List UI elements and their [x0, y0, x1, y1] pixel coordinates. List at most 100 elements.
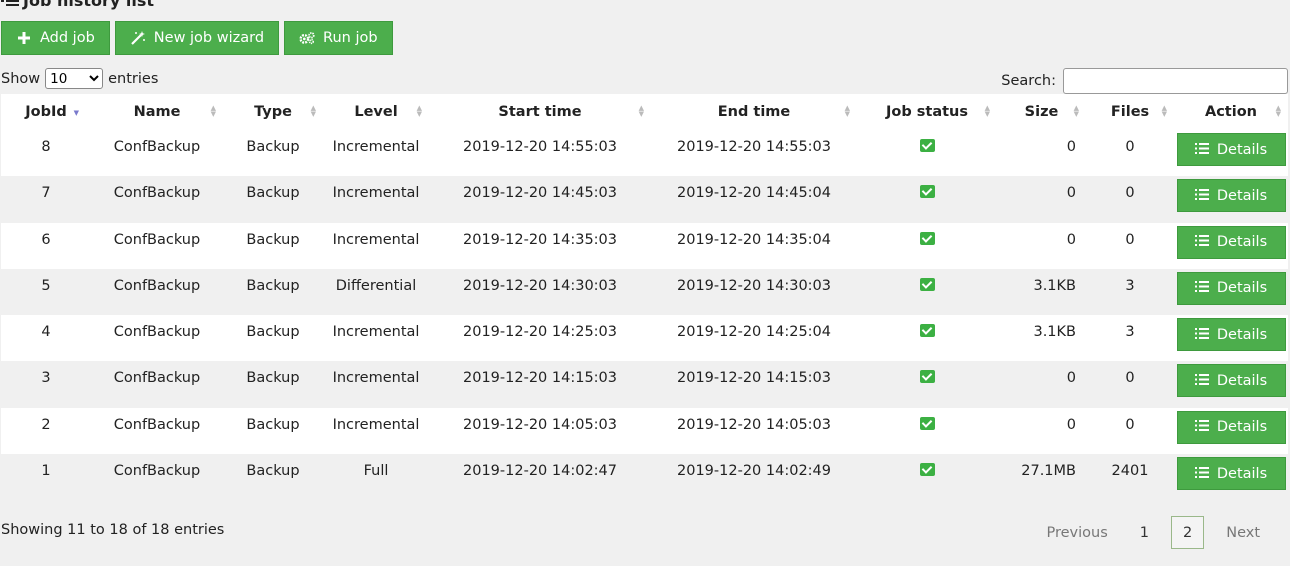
cell-start: 2019-12-20 14:25:03 — [429, 315, 651, 362]
check-icon — [919, 277, 935, 291]
cell-type: Backup — [223, 407, 323, 455]
next-page-button[interactable]: Next — [1210, 516, 1276, 549]
table-row: 3 ConfBackup Backup Incremental 2019-12-20 1… — [1, 361, 1288, 408]
search-label: Search: — [1001, 73, 1056, 89]
cell-job-status — [857, 130, 997, 177]
length-control: Show 102550100 entries — [1, 68, 158, 89]
page-length-select[interactable]: 102550100 — [45, 68, 104, 89]
cell-level: Incremental — [323, 361, 429, 408]
gears-icon — [299, 30, 315, 46]
cell-job-status — [857, 222, 997, 269]
cell-end: 2019-12-20 14:55:03 — [651, 130, 857, 177]
cell-end: 2019-12-20 14:15:03 — [651, 361, 857, 408]
cell-job-status — [857, 315, 997, 362]
show-label: Show — [1, 70, 41, 87]
cell-type: Backup — [223, 130, 323, 177]
cell-size: 27.1MB — [997, 454, 1086, 501]
cell-type: Backup — [223, 222, 323, 269]
list-icon — [1194, 373, 1209, 389]
details-button[interactable]: Details — [1176, 179, 1286, 213]
cell-start: 2019-12-20 14:35:03 — [429, 222, 651, 269]
cell-files: 3 — [1086, 268, 1174, 316]
details-button[interactable]: Details — [1176, 133, 1286, 166]
cell-size: 0 — [997, 222, 1086, 269]
plus-icon — [16, 30, 32, 46]
sort-icon: ▲ ▼ — [416, 104, 422, 118]
cell-name: ConfBackup — [91, 268, 223, 316]
add-job-button[interactable]: Add job — [1, 21, 110, 55]
details-label: Details — [1216, 141, 1268, 158]
details-button[interactable]: Details — [1176, 318, 1286, 352]
details-button[interactable]: Details — [1176, 410, 1286, 444]
cell-type: Backup — [223, 268, 323, 316]
cell-job-status — [857, 176, 997, 223]
cell-action: Details — [1174, 268, 1288, 316]
page-1-button[interactable]: 1 — [1124, 516, 1165, 549]
column-header-end-time[interactable]: End time ▲ ▼ — [651, 94, 857, 130]
cell-end: 2019-12-20 14:05:03 — [651, 407, 857, 455]
column-header-name[interactable]: Name ▲ ▼ — [91, 94, 223, 130]
details-label: Details — [1216, 187, 1268, 204]
cell-job-status — [857, 454, 997, 501]
cell-size: 0 — [997, 361, 1086, 408]
cell-name: ConfBackup — [91, 407, 223, 455]
column-header-files[interactable]: Files ▲ ▼ — [1086, 94, 1174, 130]
column-header-size[interactable]: Size ▲ ▼ — [997, 94, 1086, 130]
cell-jobid: 2 — [1, 407, 91, 455]
cell-files: 3 — [1086, 315, 1174, 362]
page-2-button[interactable]: 2 — [1170, 516, 1205, 549]
new-job-wizard-button[interactable]: New job wizard — [114, 21, 280, 55]
check-icon — [919, 231, 935, 245]
column-header-level[interactable]: Level ▲ ▼ — [323, 94, 429, 130]
cell-end: 2019-12-20 14:35:04 — [651, 222, 857, 269]
column-header-jobid[interactable]: JobId ▼ — [1, 94, 91, 130]
sort-icon: ▲ ▼ — [310, 104, 316, 118]
add-job-label: Add job — [40, 30, 95, 46]
column-header-type[interactable]: Type ▲ ▼ — [223, 94, 323, 130]
toolbar: Add job New job wizard Run job — [1, 21, 393, 55]
check-icon — [919, 370, 935, 384]
run-job-button[interactable]: Run job — [284, 21, 393, 55]
cell-files: 0 — [1086, 222, 1174, 269]
cell-end: 2019-12-20 14:25:04 — [651, 315, 857, 362]
cell-level: Incremental — [323, 176, 429, 223]
list-icon — [1194, 419, 1209, 435]
cell-action: Details — [1174, 361, 1288, 408]
column-header-start-time[interactable]: Start time ▲ ▼ — [429, 94, 651, 130]
search-control: Search: — [1001, 68, 1288, 94]
details-button[interactable]: Details — [1176, 364, 1286, 398]
search-input[interactable] — [1063, 68, 1288, 94]
column-header-label: Size — [1024, 104, 1059, 120]
cell-action: Details — [1174, 315, 1288, 362]
check-icon — [919, 463, 935, 477]
job-history-table: JobId ▼ Name ▲ ▼ Type ▲ ▼ Level ▲ ▼ Start time ▲ ▼ End… — [1, 94, 1288, 501]
cell-level: Incremental — [323, 222, 429, 269]
cell-jobid: 7 — [1, 176, 91, 223]
details-label: Details — [1216, 372, 1268, 389]
cell-size: 0 — [997, 407, 1086, 455]
cell-jobid: 6 — [1, 222, 91, 269]
sort-icon: ▲ ▼ — [210, 104, 216, 118]
cell-action: Details — [1174, 407, 1288, 455]
cell-size: 3.1KB — [997, 315, 1086, 362]
details-button[interactable]: Details — [1176, 271, 1286, 305]
cell-type: Backup — [223, 176, 323, 223]
details-label: Details — [1216, 326, 1268, 343]
column-header-action[interactable]: Action ▲ ▼ — [1174, 94, 1288, 130]
column-header-label: Name — [133, 104, 181, 120]
cell-action: Details — [1174, 222, 1288, 269]
column-header-label: Action — [1204, 104, 1257, 120]
cell-size: 3.1KB — [997, 268, 1086, 316]
pagination: Previous 1 2 Next — [1030, 516, 1276, 549]
page-title-text: Job history list — [23, 0, 155, 10]
sort-desc-icon: ▼ — [73, 109, 79, 117]
cell-end: 2019-12-20 14:30:03 — [651, 268, 857, 316]
table-row: 2 ConfBackup Backup Incremental 2019-12-20 1… — [1, 407, 1288, 455]
details-button[interactable]: Details — [1176, 457, 1286, 491]
column-header-job-status[interactable]: Job status ▲ ▼ — [857, 94, 997, 130]
list-icon — [1194, 142, 1209, 158]
entries-label: entries — [108, 70, 159, 87]
details-label: Details — [1216, 234, 1268, 251]
previous-page-button[interactable]: Previous — [1030, 516, 1123, 549]
details-button[interactable]: Details — [1176, 225, 1286, 259]
